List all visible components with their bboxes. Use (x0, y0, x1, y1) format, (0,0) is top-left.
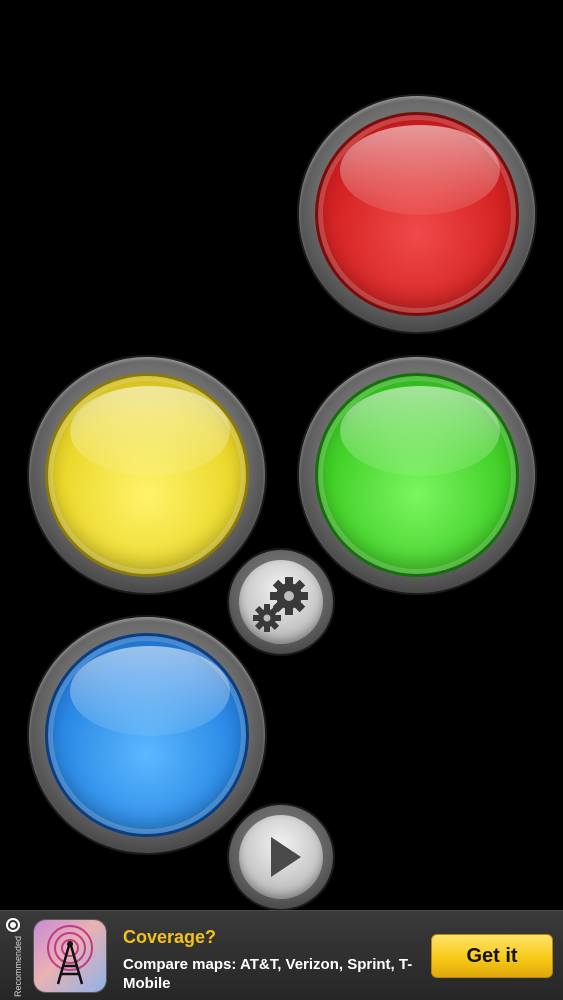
ad-title: Coverage? (123, 927, 217, 947)
ad-badge-icon (6, 918, 20, 932)
game-screen: Recommended Coverage? Compare maps: AT&T… (0, 0, 563, 1000)
settings-button[interactable] (229, 550, 333, 654)
yellow-button[interactable] (29, 357, 265, 593)
play-icon (271, 837, 301, 877)
blue-button[interactable] (29, 617, 265, 853)
ad-side-strip: Recommended (0, 911, 26, 1000)
ad-side-label: Recommended (13, 935, 23, 997)
get-it-button[interactable]: Get it (431, 934, 553, 978)
red-lens (315, 112, 519, 316)
gears-icon (253, 577, 308, 632)
blue-lens (45, 633, 249, 837)
ad-banner[interactable]: Recommended Coverage? Compare maps: AT&T… (0, 910, 563, 1000)
ad-description: Compare maps: AT&T, Verizon, Sprint, T-M… (123, 956, 413, 992)
red-button[interactable] (299, 96, 535, 332)
green-button[interactable] (299, 357, 535, 593)
green-lens (315, 373, 519, 577)
yellow-lens (45, 373, 249, 577)
radio-tower-map-icon[interactable] (34, 920, 106, 992)
play-button[interactable] (229, 805, 333, 909)
